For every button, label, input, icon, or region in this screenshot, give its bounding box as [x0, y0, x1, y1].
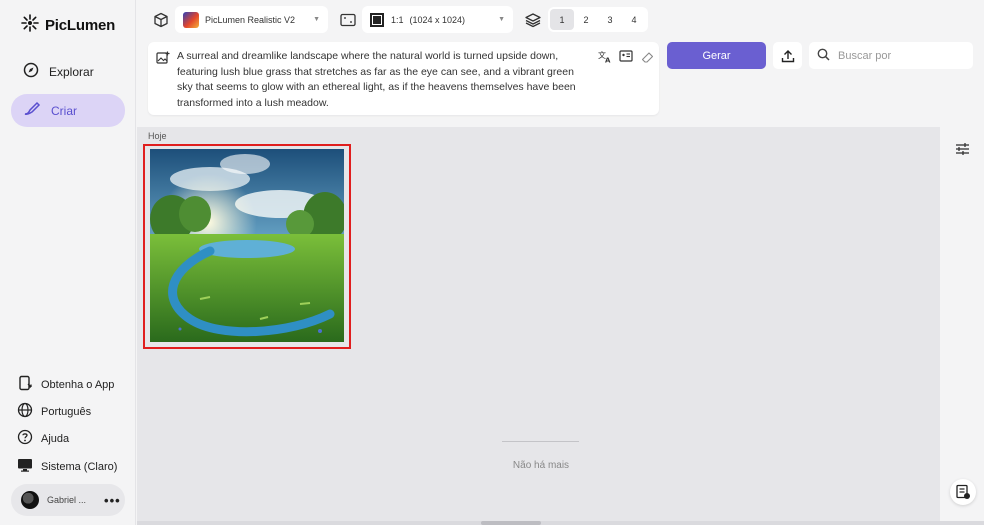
- scrollbar-thumb[interactable]: [481, 521, 541, 525]
- count-option-1[interactable]: 1: [550, 9, 574, 30]
- nav-criar[interactable]: Criar: [11, 94, 125, 127]
- count-option-4[interactable]: 4: [622, 9, 646, 30]
- prompt-input[interactable]: A surreal and dreamlike landscape where …: [148, 42, 659, 115]
- sidebar: PicLumen Explorar Criar Obtenha o App Po…: [0, 0, 136, 525]
- date-group-label: Hoje: [148, 131, 167, 141]
- aspect-ratio-selector[interactable]: 1:1 (1024 x 1024) ▼: [362, 6, 513, 33]
- count-option-2[interactable]: 2: [574, 9, 598, 30]
- chevron-down-icon: ▼: [313, 16, 320, 23]
- main-area: PicLumen Realistic V2 ▼ 1:1 (1024 x 1024…: [137, 0, 984, 525]
- generated-image[interactable]: [150, 149, 347, 342]
- nav-label: Explorar: [49, 64, 94, 79]
- get-app-link[interactable]: Obtenha o App: [17, 375, 114, 394]
- bottom-item-label: Obtenha o App: [41, 378, 115, 391]
- horizontal-scrollbar[interactable]: [137, 521, 984, 525]
- more-options-icon[interactable]: •••: [104, 493, 121, 508]
- app-name: PicLumen: [45, 17, 116, 34]
- svg-text:A: A: [605, 56, 611, 63]
- notes-icon[interactable]: [950, 479, 976, 505]
- resolution-value: (1024 x 1024): [409, 14, 466, 25]
- theme-selector[interactable]: Sistema (Claro): [17, 457, 117, 476]
- square-ratio-icon: [370, 12, 384, 27]
- user-profile[interactable]: Gabriel ... •••: [11, 484, 125, 516]
- piclumen-logo-icon: [21, 14, 39, 37]
- globe-icon: [17, 402, 33, 421]
- monitor-icon: [17, 457, 33, 476]
- translate-icon[interactable]: 文A: [597, 48, 613, 64]
- upload-button[interactable]: [773, 42, 802, 69]
- gallery: Hoje Não há mais: [137, 127, 940, 525]
- image-count-selector: 1 2 3 4: [548, 7, 648, 32]
- help-link[interactable]: Ajuda: [17, 429, 69, 448]
- add-image-icon[interactable]: [155, 50, 171, 66]
- download-app-icon: [17, 375, 33, 394]
- chevron-down-icon: ▼: [498, 16, 505, 23]
- language-selector[interactable]: Português: [17, 402, 91, 421]
- nav-label: Criar: [51, 103, 77, 118]
- bottom-item-label: Ajuda: [41, 432, 70, 445]
- prompt-text[interactable]: A surreal and dreamlike landscape where …: [177, 49, 592, 111]
- bottom-item-label: Sistema (Claro): [41, 460, 118, 473]
- upload-icon: [780, 48, 795, 63]
- compass-icon: [23, 62, 39, 81]
- erase-icon[interactable]: [639, 48, 655, 64]
- count-option-3[interactable]: 3: [598, 9, 622, 30]
- search-field[interactable]: Buscar por: [809, 42, 973, 69]
- avatar: [21, 491, 39, 509]
- layers-icon: [524, 11, 542, 29]
- model-thumbnail-icon: [183, 11, 199, 28]
- image-describe-icon[interactable]: [618, 48, 634, 64]
- aspect-ratio-value: 1:1: [391, 14, 404, 25]
- search-icon: [817, 48, 830, 64]
- right-panel: [940, 127, 984, 525]
- selected-image-card[interactable]: [143, 144, 351, 349]
- nav-explorar[interactable]: Explorar: [11, 55, 125, 88]
- cube-icon: [152, 11, 170, 29]
- filter-sliders-icon[interactable]: [954, 141, 970, 157]
- model-name: PicLumen Realistic V2: [205, 14, 296, 25]
- model-selector[interactable]: PicLumen Realistic V2 ▼: [175, 6, 328, 33]
- search-placeholder: Buscar por: [838, 49, 892, 62]
- bottom-item-label: Português: [41, 405, 92, 418]
- generate-button[interactable]: Gerar: [667, 42, 766, 69]
- no-more-text: Não há mais: [512, 460, 570, 471]
- brush-icon: [23, 101, 41, 120]
- user-name: Gabriel ...: [47, 495, 87, 505]
- top-toolbar: PicLumen Realistic V2 ▼ 1:1 (1024 x 1024…: [137, 0, 984, 128]
- app-logo[interactable]: PicLumen: [21, 14, 115, 37]
- help-icon: [17, 429, 33, 448]
- end-divider: [502, 441, 579, 442]
- aspect-ratio-icon: [339, 11, 357, 29]
